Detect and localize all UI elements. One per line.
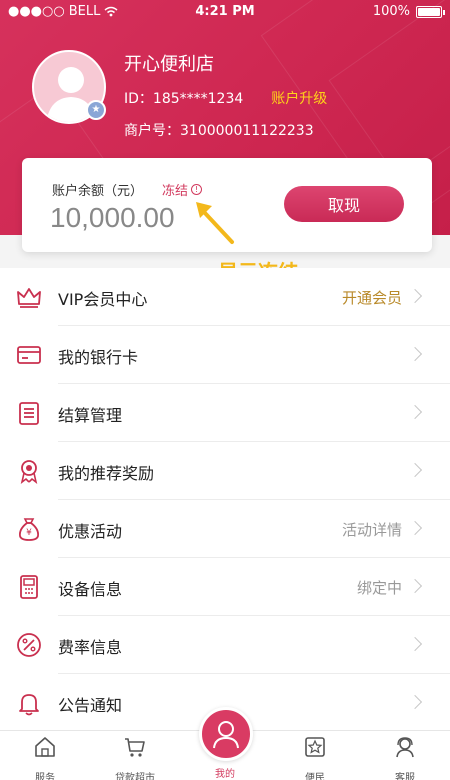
- shop-name: 开心便利店: [124, 54, 214, 75]
- money-bag-icon: ¥: [18, 518, 40, 541]
- menu-item-label: 我的银行卡: [58, 348, 139, 367]
- chevron-right-icon: [407, 520, 423, 536]
- headset-icon: [396, 737, 414, 758]
- chevron-right-icon: [407, 404, 423, 420]
- battery-percent: 100%: [372, 4, 410, 19]
- menu-list: VIP会员中心 开通会员 我的银行卡 结算管理 我的推荐奖励 ¥ 优惠活动 活动…: [0, 268, 450, 732]
- menu-item-label: VIP会员中心: [58, 290, 148, 309]
- user-icon: [213, 721, 239, 749]
- center-profile-button[interactable]: [199, 707, 253, 761]
- home-icon: [35, 737, 55, 757]
- balance-amount: 10,000.00: [50, 202, 175, 233]
- menu-item-label: 优惠活动: [58, 522, 123, 541]
- tab-customer-service[interactable]: 客服: [360, 735, 450, 780]
- menu-item-bank-card[interactable]: 我的银行卡: [0, 326, 450, 384]
- menu-item-settlement[interactable]: 结算管理: [0, 384, 450, 442]
- menu-item-label: 公告通知: [58, 696, 123, 715]
- menu-item-referral-reward[interactable]: 我的推荐奖励: [0, 442, 450, 500]
- menu-item-value: 开通会员: [341, 289, 402, 307]
- crown-icon: [17, 288, 41, 308]
- bell-icon: [19, 694, 39, 716]
- info-icon[interactable]: !: [191, 184, 203, 195]
- menu-item-vip[interactable]: VIP会员中心 开通会员: [0, 268, 450, 326]
- menu-item-label: 我的推荐奖励: [58, 464, 155, 483]
- tab-label: 我的: [215, 769, 235, 780]
- chevron-right-icon: [407, 288, 423, 304]
- tab-label: 服务: [35, 773, 55, 780]
- menu-item-label: 结算管理: [58, 406, 123, 425]
- menu-item-device-info[interactable]: 设备信息 绑定中: [0, 558, 450, 616]
- tab-convenience[interactable]: 便民: [270, 735, 360, 780]
- status-bar: ●●●○○ BELL 4:21 PM 100%: [0, 0, 450, 24]
- merchant-number: 商户号：310000011122233: [124, 123, 314, 139]
- frozen-label: 冻结: [162, 184, 189, 199]
- menu-item-value: 活动详情: [341, 521, 402, 539]
- clipboard-icon: [19, 402, 39, 425]
- chevron-right-icon: [407, 346, 423, 362]
- menu-item-label: 费率信息: [58, 638, 123, 657]
- withdraw-button[interactable]: 取现: [284, 186, 404, 222]
- award-icon: [20, 460, 38, 484]
- id-line: ID：185****1234 账户升级: [124, 88, 327, 108]
- chevron-right-icon: [407, 694, 423, 710]
- annotation-arrow-icon: [196, 202, 234, 244]
- tab-label: 贷款超市: [115, 773, 155, 780]
- balance-label: 账户余额（元）: [52, 184, 144, 199]
- percent-icon: [17, 633, 41, 657]
- menu-item-value: 绑定中: [356, 579, 402, 597]
- account-upgrade-link[interactable]: 账户升级: [271, 88, 327, 108]
- tab-service[interactable]: 服务: [0, 735, 90, 780]
- chevron-right-icon: [407, 462, 423, 478]
- cart-icon: [125, 738, 145, 757]
- tab-loan-market[interactable]: 贷款超市: [90, 735, 180, 780]
- user-id: ID：185****1234: [124, 91, 244, 107]
- tab-label: 客服: [395, 773, 415, 780]
- pos-terminal-icon: [20, 575, 38, 599]
- bank-card-icon: [17, 346, 41, 364]
- menu-item-label: 设备信息: [58, 580, 123, 599]
- star-icon: [305, 737, 325, 757]
- battery-icon: [416, 5, 445, 18]
- chevron-right-icon: [407, 578, 423, 594]
- menu-item-rate-info[interactable]: 费率信息: [0, 616, 450, 674]
- chevron-right-icon: [407, 636, 423, 652]
- tab-label: 便民: [305, 773, 325, 780]
- svg-text:¥: ¥: [26, 528, 32, 538]
- menu-item-promotions[interactable]: ¥ 优惠活动 活动详情: [0, 500, 450, 558]
- verified-badge-icon: ★: [86, 100, 106, 120]
